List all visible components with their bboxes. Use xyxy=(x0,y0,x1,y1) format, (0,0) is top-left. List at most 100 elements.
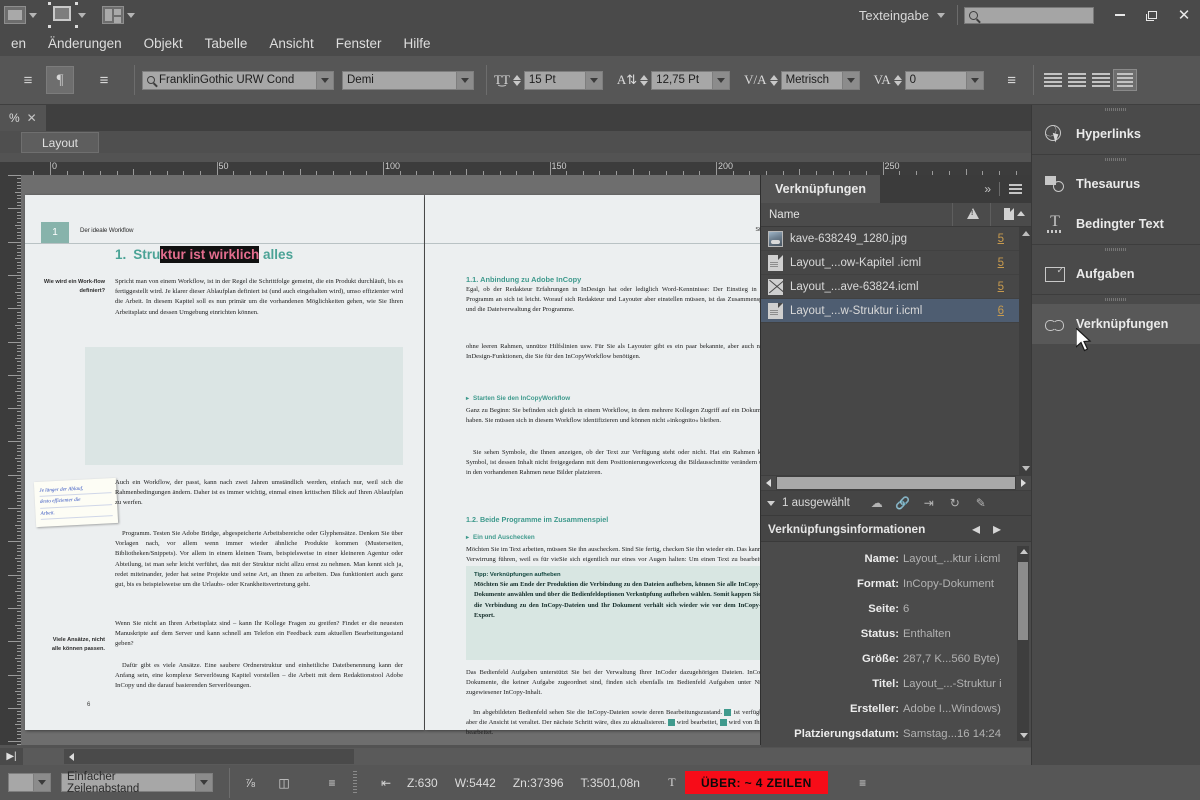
leading-mode-field[interactable]: Einfacher Zeilenabstand xyxy=(61,773,196,792)
paragraph-formatting-toggle[interactable]: ≡ xyxy=(14,66,42,94)
table-row[interactable]: kave-638249_1280.jpg5 xyxy=(761,227,1031,251)
tracking-field[interactable]: 0 xyxy=(905,71,967,90)
align-right-button[interactable] xyxy=(1089,69,1113,91)
tracking-control[interactable]: 0 xyxy=(905,71,984,90)
link-page-number[interactable]: 6 xyxy=(998,305,1004,317)
status-menu-icon[interactable]: ≡ xyxy=(850,771,876,795)
warning-icon[interactable] xyxy=(967,208,979,219)
links-list-scrollbar[interactable] xyxy=(1019,227,1031,475)
document-tab[interactable]: % ✕ xyxy=(0,105,46,131)
hscroll-thumb[interactable] xyxy=(777,477,1015,489)
dock-item-aufgaben[interactable]: Aufgaben xyxy=(1032,254,1200,294)
chevron-down-icon[interactable] xyxy=(937,13,945,18)
image-frame-placeholder[interactable] xyxy=(85,347,403,465)
links-list[interactable]: kave-638249_1280.jpg5Layout_...ow-Kapite… xyxy=(761,227,1031,475)
scroll-right-button[interactable] xyxy=(1016,476,1031,490)
leading-stepper[interactable] xyxy=(640,75,648,86)
search-input[interactable] xyxy=(964,7,1094,24)
dock-item-verkn-pfungen[interactable]: Verknüpfungen xyxy=(1032,304,1200,344)
canvas-hscrollbar[interactable]: ▶| xyxy=(0,748,1031,765)
scroll-down-icon[interactable] xyxy=(1020,733,1028,738)
font-style-dropdown[interactable] xyxy=(457,71,474,90)
numbering-icon[interactable]: ⅞ xyxy=(237,771,263,795)
menu-item-ansicht[interactable]: Ansicht xyxy=(258,32,324,55)
kerning-control[interactable]: Metrisch xyxy=(781,71,860,90)
menu-item-tabelle[interactable]: Tabelle xyxy=(194,32,259,55)
close-button[interactable]: ✕ xyxy=(1168,0,1200,30)
paragraph-styles-icon[interactable]: ≡ xyxy=(998,66,1026,94)
hscroll-thumb[interactable] xyxy=(64,749,354,764)
next-link-icon[interactable]: ▸ xyxy=(993,519,1001,539)
arrange-documents-group[interactable] xyxy=(98,0,139,30)
dock-group-handle[interactable] xyxy=(1032,105,1200,114)
kerning-field[interactable]: Metrisch xyxy=(781,71,843,90)
goto-link-icon[interactable]: ⇥ xyxy=(916,492,942,514)
status-field-small[interactable] xyxy=(8,773,34,792)
scroll-up-icon[interactable] xyxy=(1020,549,1028,554)
relink-icon[interactable]: 🔗 xyxy=(890,492,916,514)
leading-field[interactable]: 12,75 Pt xyxy=(651,71,713,90)
page-icon[interactable] xyxy=(1004,208,1014,220)
edit-original-icon[interactable]: ✎ xyxy=(968,492,994,514)
leading-mode-dropdown[interactable] xyxy=(196,773,213,792)
chevron-down-icon[interactable] xyxy=(29,13,37,18)
workspace-switcher[interactable]: Texteingabe xyxy=(849,8,951,23)
menu-item-aenderungen[interactable]: Änderungen xyxy=(37,32,133,55)
font-size-dropdown[interactable] xyxy=(586,71,603,90)
previous-link-icon[interactable]: ◂ xyxy=(972,519,980,539)
fit-page-button[interactable]: ▶| xyxy=(0,748,23,765)
collapse-panel-icon[interactable]: » xyxy=(984,182,990,196)
links-list-hscrollbar[interactable] xyxy=(761,475,1031,491)
dock-group-handle[interactable] xyxy=(1032,155,1200,164)
frame-view-group[interactable] xyxy=(47,0,90,30)
menu-item-hilfe[interactable]: Hilfe xyxy=(392,32,441,55)
cc-libraries-icon[interactable]: ☁ xyxy=(864,492,890,514)
align-left-button[interactable] xyxy=(1041,69,1065,91)
font-size-field[interactable]: 15 Pt xyxy=(524,71,586,90)
arrange-documents-icon[interactable] xyxy=(102,6,124,24)
link-page-number[interactable]: 5 xyxy=(998,281,1004,293)
scroll-up-icon[interactable] xyxy=(1022,231,1030,236)
minimize-button[interactable] xyxy=(1104,0,1136,30)
menu-item-fenster[interactable]: Fenster xyxy=(325,32,393,55)
font-family-control[interactable]: FranklinGothic URW Cond xyxy=(142,71,334,90)
status-dropdown[interactable] xyxy=(34,773,51,792)
table-row[interactable]: Layout_...w-Struktur i.icml6 xyxy=(761,299,1031,323)
link-page-number[interactable]: 5 xyxy=(998,233,1004,245)
scroll-down-icon[interactable] xyxy=(1022,466,1030,471)
chevron-down-icon[interactable] xyxy=(127,13,135,18)
align-justify-button[interactable] xyxy=(1113,69,1137,91)
font-size-control[interactable]: 15 Pt xyxy=(524,71,603,90)
link-info-scrollbar[interactable] xyxy=(1017,546,1029,741)
leading-mode-control[interactable]: Einfacher Zeilenabstand xyxy=(61,773,213,792)
font-style-control[interactable]: Demi xyxy=(342,71,474,90)
scroll-left-button[interactable] xyxy=(761,476,776,490)
tab-layout[interactable]: Layout xyxy=(21,132,99,153)
chevron-down-icon[interactable] xyxy=(78,13,86,18)
leading-control[interactable]: 12,75 Pt xyxy=(651,71,730,90)
kerning-stepper[interactable] xyxy=(770,75,778,86)
screen-mode-group[interactable] xyxy=(0,0,41,30)
frame-view-icon[interactable] xyxy=(51,5,75,25)
menu-item-objekt[interactable]: Objekt xyxy=(133,32,194,55)
character-formatting-toggle[interactable]: ≡ xyxy=(90,66,118,94)
tracking-dropdown[interactable] xyxy=(967,71,984,90)
dock-item-thesaurus[interactable]: Thesaurus xyxy=(1032,164,1200,204)
sticky-note-annotation[interactable]: Je länger der Ablauf, desto effizienter … xyxy=(34,478,118,527)
vertical-ruler[interactable] xyxy=(0,175,21,745)
text-frame-options-icon[interactable]: ⇤ xyxy=(373,771,399,795)
font-family-dropdown[interactable] xyxy=(317,71,334,90)
column-header-name[interactable]: Name xyxy=(761,209,800,221)
page-left[interactable]: 1 Der ideale Workflow 1.Struktur ist wir… xyxy=(25,195,424,730)
menu-item-0[interactable]: en xyxy=(0,32,37,55)
paragraph-mark-button[interactable]: ¶ xyxy=(46,66,74,94)
screen-mode-icon[interactable] xyxy=(4,6,26,24)
horizontal-ruler[interactable]: 050100150200250300 xyxy=(21,162,1031,175)
table-row[interactable]: Layout_...ave-63824.icml5 xyxy=(761,275,1031,299)
table-row[interactable]: Layout_...ow-Kapitel .icml5 xyxy=(761,251,1031,275)
sort-ascending-icon[interactable] xyxy=(1017,211,1025,216)
close-icon[interactable]: ✕ xyxy=(27,111,37,125)
tracking-stepper[interactable] xyxy=(894,75,902,86)
align-center-button[interactable] xyxy=(1065,69,1089,91)
tab-verknuepfungen[interactable]: Verknüpfungen xyxy=(761,175,880,203)
